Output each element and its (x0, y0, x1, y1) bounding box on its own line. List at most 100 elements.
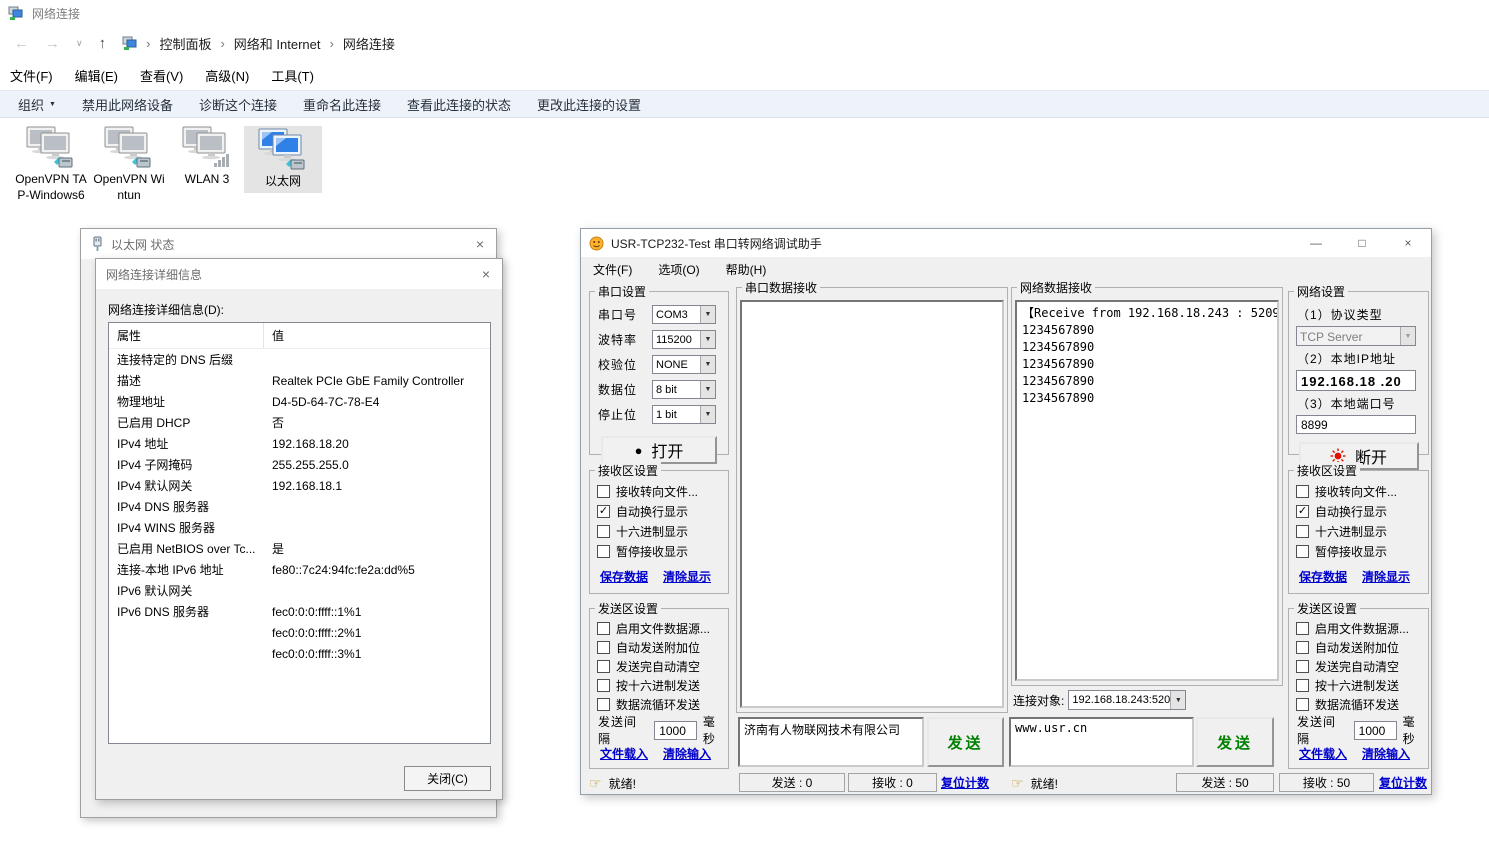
breadcrumb-control-panel[interactable]: 控制面板 (159, 34, 211, 53)
adapter-ethernet[interactable]: 以太网 (244, 126, 322, 193)
checkbox-option[interactable]: 十六进制显示 (1289, 521, 1428, 541)
menu-item[interactable]: 高级(N) (205, 66, 249, 85)
organize-button[interactable]: 组织 ▼ (18, 95, 56, 114)
toolbar-command[interactable]: 禁用此网络设备 (82, 95, 173, 114)
up-icon[interactable]: ↑ (99, 35, 107, 52)
adapter-wlan3[interactable]: WLAN 3 (168, 126, 246, 187)
interval-input[interactable]: 1000 (654, 721, 697, 740)
menu-item[interactable]: 帮助(H) (726, 261, 767, 278)
menu-item[interactable]: 选项(O) (658, 261, 699, 278)
table-row[interactable]: 描述 Realtek PCIe GbE Family Controller (109, 370, 490, 391)
connect-target-combo[interactable]: 192.168.18.243:520 ▼ (1068, 690, 1186, 710)
load-file-link[interactable]: 文件载入 (600, 745, 648, 762)
checkbox-option[interactable]: 数据流循环发送 (1289, 695, 1428, 714)
checkbox-option[interactable]: ✓ 自动换行显示 (1289, 501, 1428, 521)
checkbox-option[interactable]: 接收转向文件... (590, 481, 728, 501)
adapter-openvpn-wintun[interactable]: OpenVPN Wintun (90, 126, 168, 203)
checkbox[interactable] (597, 660, 610, 673)
network-recv-area[interactable]: 【Receive from 192.168.18.243 : 52099】: 1… (1015, 300, 1279, 681)
checkbox-option[interactable]: 按十六进制发送 (1289, 676, 1428, 695)
checkbox-option[interactable]: 启用文件数据源... (590, 619, 728, 638)
table-row[interactable]: 已启用 NetBIOS over Tc... 是 (109, 538, 490, 559)
breadcrumb-network-connections[interactable]: 网络连接 (343, 34, 395, 53)
table-row[interactable]: IPv4 子网掩码 255.255.255.0 (109, 454, 490, 475)
chevron-down-icon[interactable]: ▼ (700, 331, 715, 348)
maximize-icon[interactable]: □ (1339, 229, 1385, 257)
checkbox[interactable] (597, 698, 610, 711)
toolbar-command[interactable]: 重命名此连接 (303, 95, 381, 114)
checkbox[interactable] (1296, 660, 1309, 673)
toolbar-command[interactable]: 更改此连接的设置 (537, 95, 641, 114)
checkbox-option[interactable]: 数据流循环发送 (590, 695, 728, 714)
checkbox-option[interactable]: 发送完自动清空 (590, 657, 728, 676)
checkbox-option[interactable]: 自动发送附加位 (590, 638, 728, 657)
checkbox-option[interactable]: 按十六进制发送 (590, 676, 728, 695)
checkbox[interactable] (597, 525, 610, 538)
table-row[interactable]: 物理地址 D4-5D-64-7C-78-E4 (109, 391, 490, 412)
load-file-link[interactable]: 文件载入 (1299, 745, 1347, 762)
save-data-link[interactable]: 保存数据 (1299, 568, 1347, 585)
minimize-icon[interactable]: — (1293, 229, 1339, 257)
network-send-input[interactable]: www.usr.cn (1009, 717, 1194, 767)
combo-box[interactable]: NONE ▼ (652, 355, 716, 374)
table-row[interactable]: 已启用 DHCP 否 (109, 412, 490, 433)
checkbox[interactable] (1296, 641, 1309, 654)
table-row[interactable]: IPv4 WINS 服务器 (109, 517, 490, 538)
table-row[interactable]: IPv6 DNS 服务器 fec0:0:0:ffff::1%1 (109, 601, 490, 622)
serial-reset-count-link[interactable]: 复位计数 (941, 774, 989, 791)
menu-item[interactable]: 查看(V) (140, 66, 183, 85)
menu-item[interactable]: 工具(T) (271, 66, 314, 85)
checkbox[interactable] (1296, 622, 1309, 635)
combo-box[interactable]: 8 bit ▼ (652, 380, 716, 399)
toolbar-command[interactable]: 查看此连接的状态 (407, 95, 511, 114)
clear-display-link[interactable]: 清除显示 (663, 568, 711, 585)
save-data-link[interactable]: 保存数据 (600, 568, 648, 585)
serial-send-input[interactable]: 济南有人物联网技术有限公司 (738, 717, 924, 767)
checkbox-option[interactable]: 十六进制显示 (590, 521, 728, 541)
interval-input[interactable]: 1000 (1354, 721, 1397, 740)
network-send-button[interactable]: 发送 (1196, 717, 1274, 767)
checkbox[interactable] (597, 622, 610, 635)
chevron-down-icon[interactable]: ▼ (700, 356, 715, 373)
menu-item[interactable]: 文件(F) (593, 261, 632, 278)
combo-box[interactable]: 1 bit ▼ (652, 405, 716, 424)
checkbox[interactable]: ✓ (1296, 505, 1309, 518)
table-row[interactable]: 连接特定的 DNS 后缀 (109, 349, 490, 370)
clear-input-link[interactable]: 清除输入 (663, 745, 711, 762)
table-row[interactable]: fec0:0:0:ffff::2%1 (109, 622, 490, 643)
back-icon[interactable]: ← (14, 35, 29, 52)
chevron-down-icon[interactable]: ▼ (700, 406, 715, 423)
checkbox[interactable] (597, 641, 610, 654)
menu-item[interactable]: 文件(F) (10, 66, 53, 85)
checkbox[interactable] (597, 679, 610, 692)
checkbox[interactable] (1296, 679, 1309, 692)
toolbar-command[interactable]: 诊断这个连接 (199, 95, 277, 114)
checkbox-option[interactable]: 启用文件数据源... (1289, 619, 1428, 638)
table-row[interactable]: fec0:0:0:ffff::3%1 (109, 643, 490, 664)
close-icon[interactable]: × (1385, 229, 1431, 257)
network-reset-count-link[interactable]: 复位计数 (1379, 774, 1427, 791)
serial-recv-area[interactable] (740, 300, 1004, 708)
close-button[interactable]: 关闭(C) (404, 766, 491, 791)
adapter-openvpn-tap[interactable]: OpenVPN TAP-Windows6 (12, 126, 90, 203)
checkbox[interactable] (1296, 698, 1309, 711)
close-icon[interactable]: × (476, 236, 484, 252)
chevron-down-icon[interactable]: ▼ (1170, 691, 1185, 709)
checkbox[interactable] (1296, 545, 1309, 558)
checkbox-option[interactable]: 暂停接收显示 (1289, 541, 1428, 561)
checkbox-option[interactable]: ✓ 自动换行显示 (590, 501, 728, 521)
checkbox[interactable] (1296, 485, 1309, 498)
combo-box[interactable]: 115200 ▼ (652, 330, 716, 349)
table-row[interactable]: IPv4 DNS 服务器 (109, 496, 490, 517)
checkbox[interactable] (1296, 525, 1309, 538)
checkbox[interactable] (597, 485, 610, 498)
checkbox-option[interactable]: 自动发送附加位 (1289, 638, 1428, 657)
combo-box[interactable]: COM3 ▼ (652, 305, 716, 324)
serial-send-button[interactable]: 发送 (927, 717, 1004, 767)
chevron-down-icon[interactable]: ▼ (700, 306, 715, 323)
table-row[interactable]: IPv4 地址 192.168.18.20 (109, 433, 490, 454)
clear-input-link[interactable]: 清除输入 (1362, 745, 1410, 762)
checkbox[interactable]: ✓ (597, 505, 610, 518)
table-row[interactable]: IPv6 默认网关 (109, 580, 490, 601)
checkbox[interactable] (597, 545, 610, 558)
